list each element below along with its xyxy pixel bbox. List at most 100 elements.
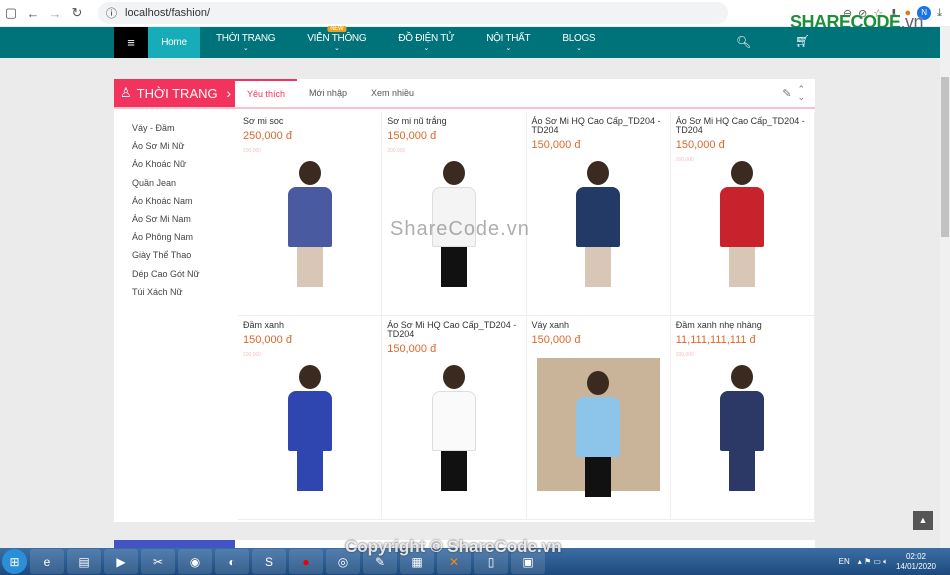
system-tray: EN ▴ ⚑ ▭ 🔈︎ 02:02 14/01/2020 (839, 552, 950, 572)
menu-icon[interactable]: ≡ (114, 27, 148, 58)
language-indicator[interactable]: EN (839, 557, 850, 566)
product-image[interactable] (537, 152, 660, 311)
product-image[interactable] (392, 356, 515, 515)
product-price: 150,000 đ (387, 130, 437, 142)
downloads-icon[interactable]: ⤓ (937, 7, 942, 20)
category-item[interactable]: Áo Sơ Mi Nữ (132, 141, 200, 159)
new-badge: NEW (327, 26, 347, 32)
product-price: 250,000 đ (243, 130, 292, 142)
back-to-top-button[interactable]: ▲ (913, 511, 933, 530)
address-bar[interactable]: ⓘ localhost/fashion/ (98, 2, 728, 24)
tab-moi-nhap[interactable]: Mới nhập (297, 79, 359, 107)
product-image[interactable] (681, 152, 804, 311)
copyright-watermark: Copyright © ShareCode.vn (345, 537, 562, 556)
product-price: 150,000 đ (243, 334, 292, 346)
back-icon[interactable]: ← (22, 6, 44, 21)
sublime-icon[interactable]: S (252, 549, 286, 574)
category-item[interactable]: Áo Sơ Mi Nam (132, 214, 200, 232)
category-item[interactable]: Dép Cao Gót Nữ (132, 269, 200, 287)
chevron-down-icon: ⌄ (505, 45, 512, 52)
product-card[interactable]: Sơ mi nũ trắng 150,000 đ 200,000 (382, 112, 527, 316)
product-price: 150,000 đ (387, 343, 437, 355)
product-grid: Sơ mi soc 250,000 đ 200,000 Sơ mi nũ trắ… (238, 112, 815, 520)
reload-icon[interactable]: ↻ (66, 5, 88, 21)
product-name[interactable]: Áo Sơ Mi HQ Cao Cấp_TD204 - TD204 (532, 117, 665, 135)
forward-icon[interactable]: → (44, 6, 66, 21)
nav-home[interactable]: Home (148, 27, 200, 58)
explorer-icon[interactable]: ▤ (67, 549, 101, 574)
ie-icon[interactable]: e (30, 549, 64, 574)
firefox-icon[interactable]: ◉ (178, 549, 212, 574)
nav-vien-thong[interactable]: NEW VIỄN THÔNG ⌄ (291, 26, 382, 58)
sidebar-toggle-icon[interactable]: ▢ (0, 5, 22, 21)
product-name[interactable]: Áo Sơ Mi HQ Cao Cấp_TD204 - TD204 (387, 321, 520, 339)
chevron-down-icon: ⌄ (334, 45, 340, 52)
scrollbar[interactable] (940, 27, 950, 548)
product-card[interactable]: Áo Sơ Mi HQ Cao Cấp_TD204 - TD204 150,00… (382, 316, 527, 520)
product-image[interactable] (681, 356, 804, 515)
coccoc-icon[interactable]: ◐ (215, 549, 249, 574)
product-price: 150,000 đ (531, 139, 581, 151)
product-name[interactable]: Áo Sơ Mi HQ Cao Cấp_TD204 - TD204 (676, 117, 809, 135)
product-price: 150,000 đ (531, 334, 581, 346)
snipping-icon[interactable]: ✂ (141, 549, 175, 574)
category-list: Váy - Đầm Áo Sơ Mi Nữ Áo Khoác Nữ Quần J… (132, 123, 200, 305)
dress-icon: ♙ (120, 85, 132, 100)
model-figure (720, 365, 765, 515)
category-panel: ♙ THỜI TRANG › Yêu thích Mới nhập Xem nhiề… (114, 79, 815, 522)
category-item[interactable]: Quần Jean (132, 178, 200, 196)
model-figure (720, 161, 765, 311)
product-card[interactable]: Đầm xanh 150,000 đ 200,000 (238, 316, 383, 520)
chevron-updown-icon[interactable]: ⌃ ⌄ (797, 85, 805, 102)
product-card[interactable]: Sơ mi soc 250,000 đ 200,000 (238, 112, 383, 316)
tray-icons[interactable]: ▴ ⚑ ▭ 🔈︎ (858, 557, 888, 567)
tab-xem-nhieu[interactable]: Xem nhiều (359, 79, 426, 107)
main-nav: ≡ Home THỜI TRANG ⌄ NEW VIỄN THÔNG ⌄ ĐỒ ĐIỆ… (0, 26, 940, 58)
recorder-icon[interactable]: ● (289, 549, 323, 574)
product-name[interactable]: Đầm xanh nhẹ nhàng (676, 321, 809, 330)
category-item[interactable]: Túi Xách Nữ (132, 287, 200, 305)
category-item[interactable]: Giày Thể Thao (132, 250, 200, 268)
chevron-down-icon: ⌄ (576, 45, 582, 52)
cart-icon[interactable]: 🛒︎ (795, 34, 810, 48)
product-image[interactable] (248, 356, 371, 515)
product-card[interactable]: Áo Sơ Mi HQ Cao Cấp_TD204 - TD204 150,00… (526, 112, 671, 316)
clock[interactable]: 02:02 14/01/2020 (896, 552, 936, 572)
model-figure (287, 161, 332, 311)
product-name[interactable]: Sơ mi soc (243, 117, 376, 126)
search-icon[interactable]: 🔍︎ (736, 35, 751, 49)
watermark: ShareCode.vn (390, 218, 530, 240)
product-price: 150,000 đ (675, 139, 725, 151)
product-card[interactable]: Đầm xanh nhẹ nhàng 11,111,111,111 đ 200,… (670, 316, 815, 520)
category-item[interactable]: Áo Phông Nam (132, 232, 200, 250)
product-card[interactable]: Váy xanh 150,000 đ (526, 316, 671, 520)
chevron-down-icon: ⌄ (242, 45, 249, 52)
nav-blogs[interactable]: BLOGS ⌄ (546, 27, 611, 58)
nav-thoi-trang[interactable]: THỜI TRANG ⌄ (200, 27, 291, 58)
model-figure (287, 365, 332, 515)
start-button[interactable]: ⊞ (2, 549, 27, 574)
category-item[interactable]: Váy - Đầm (132, 123, 200, 141)
product-image[interactable] (536, 358, 660, 497)
product-name[interactable]: Sơ mi nũ trắng (387, 117, 520, 126)
product-name[interactable]: Váy xanh (532, 321, 665, 330)
category-item[interactable]: Áo Khoác Nữ (132, 159, 200, 177)
category-item[interactable]: Áo Khoác Nam (132, 196, 200, 214)
product-name[interactable]: Đầm xanh (243, 321, 376, 330)
model-figure (576, 371, 621, 497)
model-figure (431, 365, 476, 515)
edit-icon[interactable]: ✎ (782, 87, 791, 100)
url-text: localhost/fashion/ (125, 7, 210, 19)
product-card[interactable]: Áo Sơ Mi HQ Cao Cấp_TD204 - TD204 150,00… (670, 112, 815, 316)
section-title[interactable]: ♙ THỜI TRANG › (114, 79, 235, 107)
nav-do-dien-tu[interactable]: ĐỒ ĐIỆN TỬ ⌄ (382, 27, 470, 58)
product-image[interactable] (248, 152, 371, 311)
model-figure (576, 161, 621, 311)
nav-noi-that[interactable]: NỘI THẤT ⌄ (470, 27, 546, 58)
tab-yeu-thich[interactable]: Yêu thích (235, 79, 298, 107)
chevron-right-icon: › (226, 85, 231, 101)
media-player-icon[interactable]: ▶ (104, 549, 138, 574)
product-price: 11,111,111,111 đ (675, 334, 756, 346)
chevron-down-icon: ⌄ (423, 45, 430, 52)
info-icon: ⓘ (106, 8, 117, 20)
